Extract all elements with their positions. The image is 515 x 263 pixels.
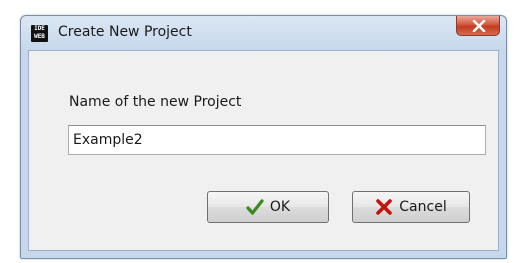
create-project-dialog: IDE WEB Create New Project Name of the n… bbox=[20, 15, 507, 259]
checkmark-icon bbox=[246, 199, 264, 215]
app-icon: IDE WEB bbox=[31, 25, 48, 42]
app-icon-text-top: IDE bbox=[34, 25, 45, 32]
project-name-input[interactable] bbox=[68, 125, 486, 155]
ok-button-label: OK bbox=[269, 199, 291, 215]
ok-button[interactable]: OK bbox=[207, 191, 329, 223]
cancel-button-label: Cancel bbox=[399, 199, 447, 215]
title-bar[interactable]: IDE WEB Create New Project bbox=[21, 16, 506, 50]
close-icon bbox=[472, 20, 486, 32]
app-icon-text-bottom: WEB bbox=[34, 33, 45, 40]
x-icon bbox=[376, 199, 393, 215]
project-name-label: Name of the new Project bbox=[69, 94, 242, 110]
dialog-body: Name of the new Project OK Cancel bbox=[28, 50, 499, 251]
window-title: Create New Project bbox=[58, 24, 192, 40]
cancel-button[interactable]: Cancel bbox=[352, 191, 470, 223]
close-button[interactable] bbox=[456, 16, 500, 36]
